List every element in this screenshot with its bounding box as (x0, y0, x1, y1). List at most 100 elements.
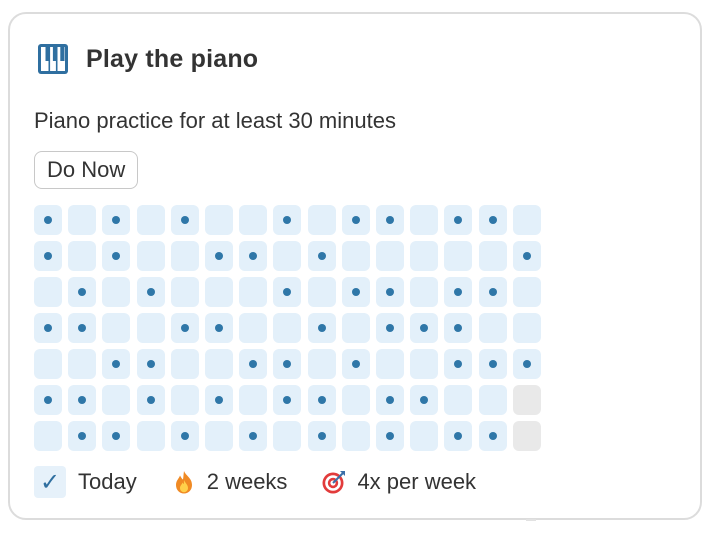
grid-cell[interactable] (68, 385, 97, 415)
grid-cell[interactable] (273, 421, 302, 451)
do-now-button[interactable]: Do Now (34, 151, 139, 189)
grid-cell[interactable] (136, 385, 165, 415)
grid-cell[interactable] (136, 349, 165, 379)
grid-cell[interactable] (239, 277, 268, 307)
grid-cell[interactable] (341, 349, 370, 379)
grid-cell[interactable] (341, 241, 370, 271)
grid-cell[interactable] (444, 313, 473, 343)
grid-cell[interactable] (307, 349, 336, 379)
grid-cell[interactable] (102, 205, 131, 235)
grid-cell[interactable] (205, 385, 233, 415)
grid-cell[interactable] (273, 241, 302, 271)
grid-cell[interactable] (170, 349, 199, 379)
grid-cell[interactable] (170, 205, 199, 235)
grid-cell[interactable] (170, 385, 199, 415)
grid-cell[interactable] (136, 241, 165, 271)
grid-cell[interactable] (376, 277, 404, 307)
grid-cell[interactable] (376, 421, 404, 451)
grid-cell[interactable] (376, 349, 404, 379)
grid-cell[interactable] (273, 277, 302, 307)
grid-cell[interactable] (68, 313, 97, 343)
grid-cell[interactable] (410, 421, 439, 451)
grid-cell[interactable] (34, 349, 62, 379)
grid-cell[interactable] (478, 349, 507, 379)
grid-cell[interactable] (512, 421, 541, 451)
grid-cell[interactable] (205, 313, 233, 343)
grid-cell[interactable] (34, 313, 62, 343)
grid-cell[interactable] (239, 313, 268, 343)
grid-cell[interactable] (410, 277, 439, 307)
grid-cell[interactable] (410, 241, 439, 271)
grid-cell[interactable] (444, 277, 473, 307)
grid-cell[interactable] (444, 385, 473, 415)
grid-cell[interactable] (512, 241, 541, 271)
grid-cell[interactable] (341, 313, 370, 343)
grid-cell[interactable] (205, 277, 233, 307)
grid-cell[interactable] (376, 385, 404, 415)
grid-cell[interactable] (102, 421, 131, 451)
grid-cell[interactable] (341, 385, 370, 415)
grid-cell[interactable] (239, 241, 268, 271)
grid-cell[interactable] (444, 205, 473, 235)
grid-cell[interactable] (307, 277, 336, 307)
grid-cell[interactable] (512, 349, 541, 379)
grid-cell[interactable] (102, 277, 131, 307)
grid-cell[interactable] (376, 241, 404, 271)
today-checkbox[interactable]: ✓ (34, 466, 66, 498)
grid-cell[interactable] (205, 241, 233, 271)
grid-cell[interactable] (239, 205, 268, 235)
grid-cell[interactable] (205, 205, 233, 235)
grid-cell[interactable] (273, 385, 302, 415)
grid-cell[interactable] (34, 421, 62, 451)
grid-cell[interactable] (273, 349, 302, 379)
grid-cell[interactable] (307, 421, 336, 451)
grid-cell[interactable] (376, 313, 404, 343)
grid-cell[interactable] (478, 421, 507, 451)
grid-cell[interactable] (68, 241, 97, 271)
grid-cell[interactable] (478, 241, 507, 271)
grid-cell[interactable] (410, 313, 439, 343)
grid-cell[interactable] (170, 313, 199, 343)
grid-cell[interactable] (136, 421, 165, 451)
grid-cell[interactable] (410, 349, 439, 379)
grid-cell[interactable] (102, 241, 131, 271)
grid-cell[interactable] (102, 349, 131, 379)
grid-cell[interactable] (478, 385, 507, 415)
grid-cell[interactable] (136, 205, 165, 235)
grid-cell[interactable] (170, 421, 199, 451)
grid-cell[interactable] (307, 385, 336, 415)
grid-cell[interactable] (307, 313, 336, 343)
grid-cell[interactable] (478, 313, 507, 343)
grid-cell[interactable] (170, 241, 199, 271)
grid-cell[interactable] (341, 421, 370, 451)
grid-cell[interactable] (410, 205, 439, 235)
grid-cell[interactable] (68, 349, 97, 379)
grid-cell[interactable] (376, 205, 404, 235)
grid-cell[interactable] (34, 385, 62, 415)
grid-cell[interactable] (512, 205, 541, 235)
grid-cell[interactable] (239, 349, 268, 379)
grid-cell[interactable] (102, 313, 131, 343)
grid-cell[interactable] (273, 313, 302, 343)
grid-cell[interactable] (205, 421, 233, 451)
grid-cell[interactable] (307, 241, 336, 271)
grid-cell[interactable] (34, 205, 62, 235)
grid-cell[interactable] (444, 349, 473, 379)
grid-cell[interactable] (273, 205, 302, 235)
grid-cell[interactable] (478, 205, 507, 235)
grid-cell[interactable] (341, 205, 370, 235)
grid-cell[interactable] (68, 277, 97, 307)
grid-cell[interactable] (34, 277, 62, 307)
grid-cell[interactable] (512, 313, 541, 343)
grid-cell[interactable] (444, 421, 473, 451)
scroll-indicator[interactable] (526, 519, 536, 521)
grid-cell[interactable] (239, 421, 268, 451)
grid-cell[interactable] (102, 385, 131, 415)
grid-cell[interactable] (68, 205, 97, 235)
grid-cell[interactable] (239, 385, 268, 415)
grid-cell[interactable] (512, 277, 541, 307)
grid-cell[interactable] (136, 277, 165, 307)
grid-cell[interactable] (444, 241, 473, 271)
grid-cell[interactable] (307, 205, 336, 235)
grid-cell[interactable] (410, 385, 439, 415)
